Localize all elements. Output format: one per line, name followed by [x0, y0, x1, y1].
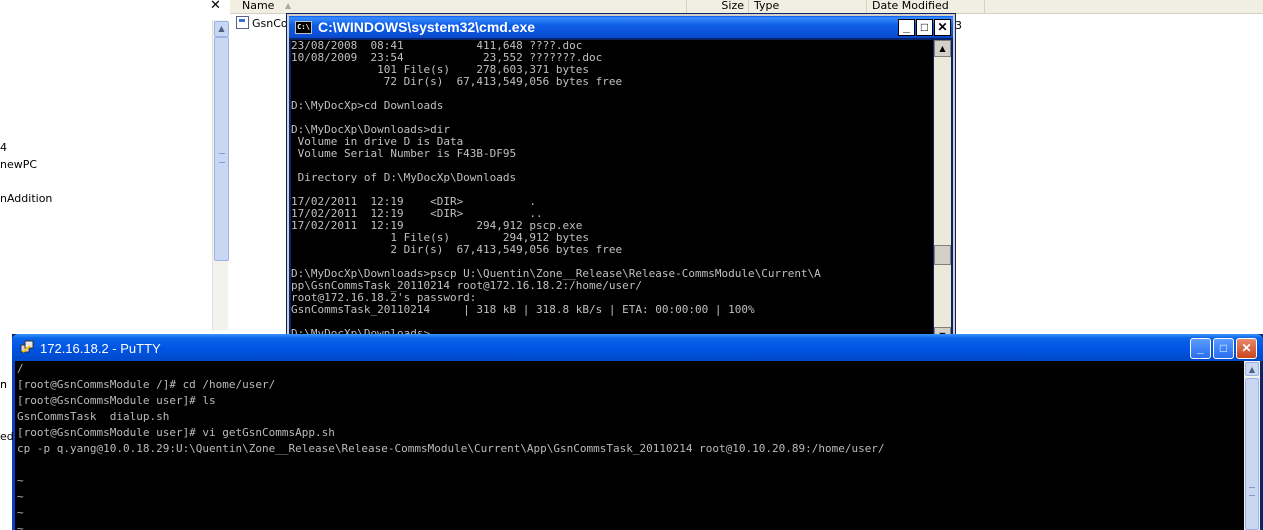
cmd-title-bar[interactable]: C:\ C:\WINDOWS\system32\cmd.exe _ □ ✕: [289, 16, 953, 38]
file-list-header: Name ▲ Size Type Date Modified: [230, 0, 1263, 14]
minimize-button[interactable]: _: [1190, 338, 1211, 359]
column-header-size[interactable]: Size: [687, 0, 749, 13]
scroll-up-icon[interactable]: ▲: [934, 40, 951, 57]
console-line: cp -p q.yang@10.0.18.29:U:\Quentin\Zone_…: [17, 442, 885, 455]
maximize-button[interactable]: □: [1213, 338, 1234, 359]
column-label: Type: [754, 0, 780, 12]
close-pane-icon[interactable]: ✕: [210, 0, 221, 13]
scroll-up-icon[interactable]: ▲: [1245, 362, 1259, 376]
column-header-type[interactable]: Type: [749, 0, 867, 13]
sort-up-icon: ▲: [285, 1, 292, 10]
close-button[interactable]: ✕: [1236, 338, 1257, 359]
tree-item[interactable]: 4: [0, 141, 7, 154]
putty-window-title: 172.16.18.2 - PuTTY: [40, 341, 161, 356]
console-line: 2 Dir(s) 67,413,549,056 bytes free: [291, 243, 623, 256]
console-line: ~: [17, 490, 24, 503]
minimize-button[interactable]: _: [898, 19, 915, 36]
date-fragment: 3: [955, 19, 962, 32]
console-line: 72 Dir(s) 67,413,549,056 bytes free: [291, 75, 623, 88]
console-line: Volume Serial Number is F43B-DF95: [291, 147, 517, 160]
putty-icon: [20, 340, 34, 353]
maximize-button[interactable]: □: [916, 19, 933, 36]
column-header-name[interactable]: Name ▲: [237, 0, 687, 13]
putty-scrollbar[interactable]: ▲: [1244, 361, 1260, 530]
file-list-item[interactable]: GsnCor: [236, 16, 292, 30]
console-line: D:\MyDocXp>cd Downloads: [291, 99, 444, 112]
tree-item[interactable]: newPC: [0, 158, 37, 171]
cmd-console-output[interactable]: 23/08/2008 08:41 411,648 ????.doc 10/08/2…: [291, 40, 933, 344]
console-line: /: [17, 362, 24, 375]
column-label: Size: [721, 0, 744, 12]
close-button[interactable]: ✕: [934, 19, 951, 36]
cmd-window[interactable]: C:\ C:\WINDOWS\system32\cmd.exe _ □ ✕ 23…: [286, 13, 956, 349]
console-line: [root@GsnCommsModule user]# ls: [17, 394, 216, 407]
tree-item[interactable]: nAddition: [0, 192, 52, 205]
putty-title-bar[interactable]: 172.16.18.2 - PuTTY _ □ ✕: [12, 334, 1263, 361]
cmd-scrollbar[interactable]: ▲ ▼: [934, 40, 951, 344]
tree-scrollbar[interactable]: ▲: [212, 20, 229, 330]
column-label: Date Modified: [872, 0, 949, 12]
console-line: ~: [17, 522, 24, 530]
column-header-date[interactable]: Date Modified: [867, 0, 985, 13]
console-line: Directory of D:\MyDocXp\Downloads: [291, 171, 517, 184]
scrollbar-thumb[interactable]: [1245, 378, 1259, 530]
file-icon: [236, 16, 249, 29]
tree-item[interactable]: ed: [0, 430, 14, 443]
scrollbar-thumb[interactable]: [214, 37, 229, 261]
column-label: Name: [242, 0, 275, 12]
console-line: GsnCommsTask dialup.sh: [17, 410, 170, 423]
console-line: [root@GsnCommsModule /]# cd /home/user/: [17, 378, 276, 391]
putty-terminal-output[interactable]: / [root@GsnCommsModule /]# cd /home/user/…: [15, 361, 1244, 530]
cmd-window-title: C:\WINDOWS\system32\cmd.exe: [318, 19, 536, 35]
scroll-up-icon[interactable]: ▲: [214, 21, 229, 37]
scrollbar-thumb[interactable]: [934, 245, 951, 265]
console-icon: C:\: [295, 21, 312, 34]
console-line: ~: [17, 506, 24, 519]
console-line: GsnCommsTask_20110214 | 318 kB | 318.8 k…: [291, 303, 755, 316]
putty-window[interactable]: 172.16.18.2 - PuTTY _ □ ✕ / [root@GsnComm…: [12, 334, 1263, 530]
tree-item[interactable]: n: [0, 378, 7, 391]
console-line: [root@GsnCommsModule user]# vi getGsnCom…: [17, 426, 335, 439]
folder-tree-pane: 4 newPC nAddition n: [0, 0, 212, 391]
console-line: ~: [17, 474, 24, 487]
